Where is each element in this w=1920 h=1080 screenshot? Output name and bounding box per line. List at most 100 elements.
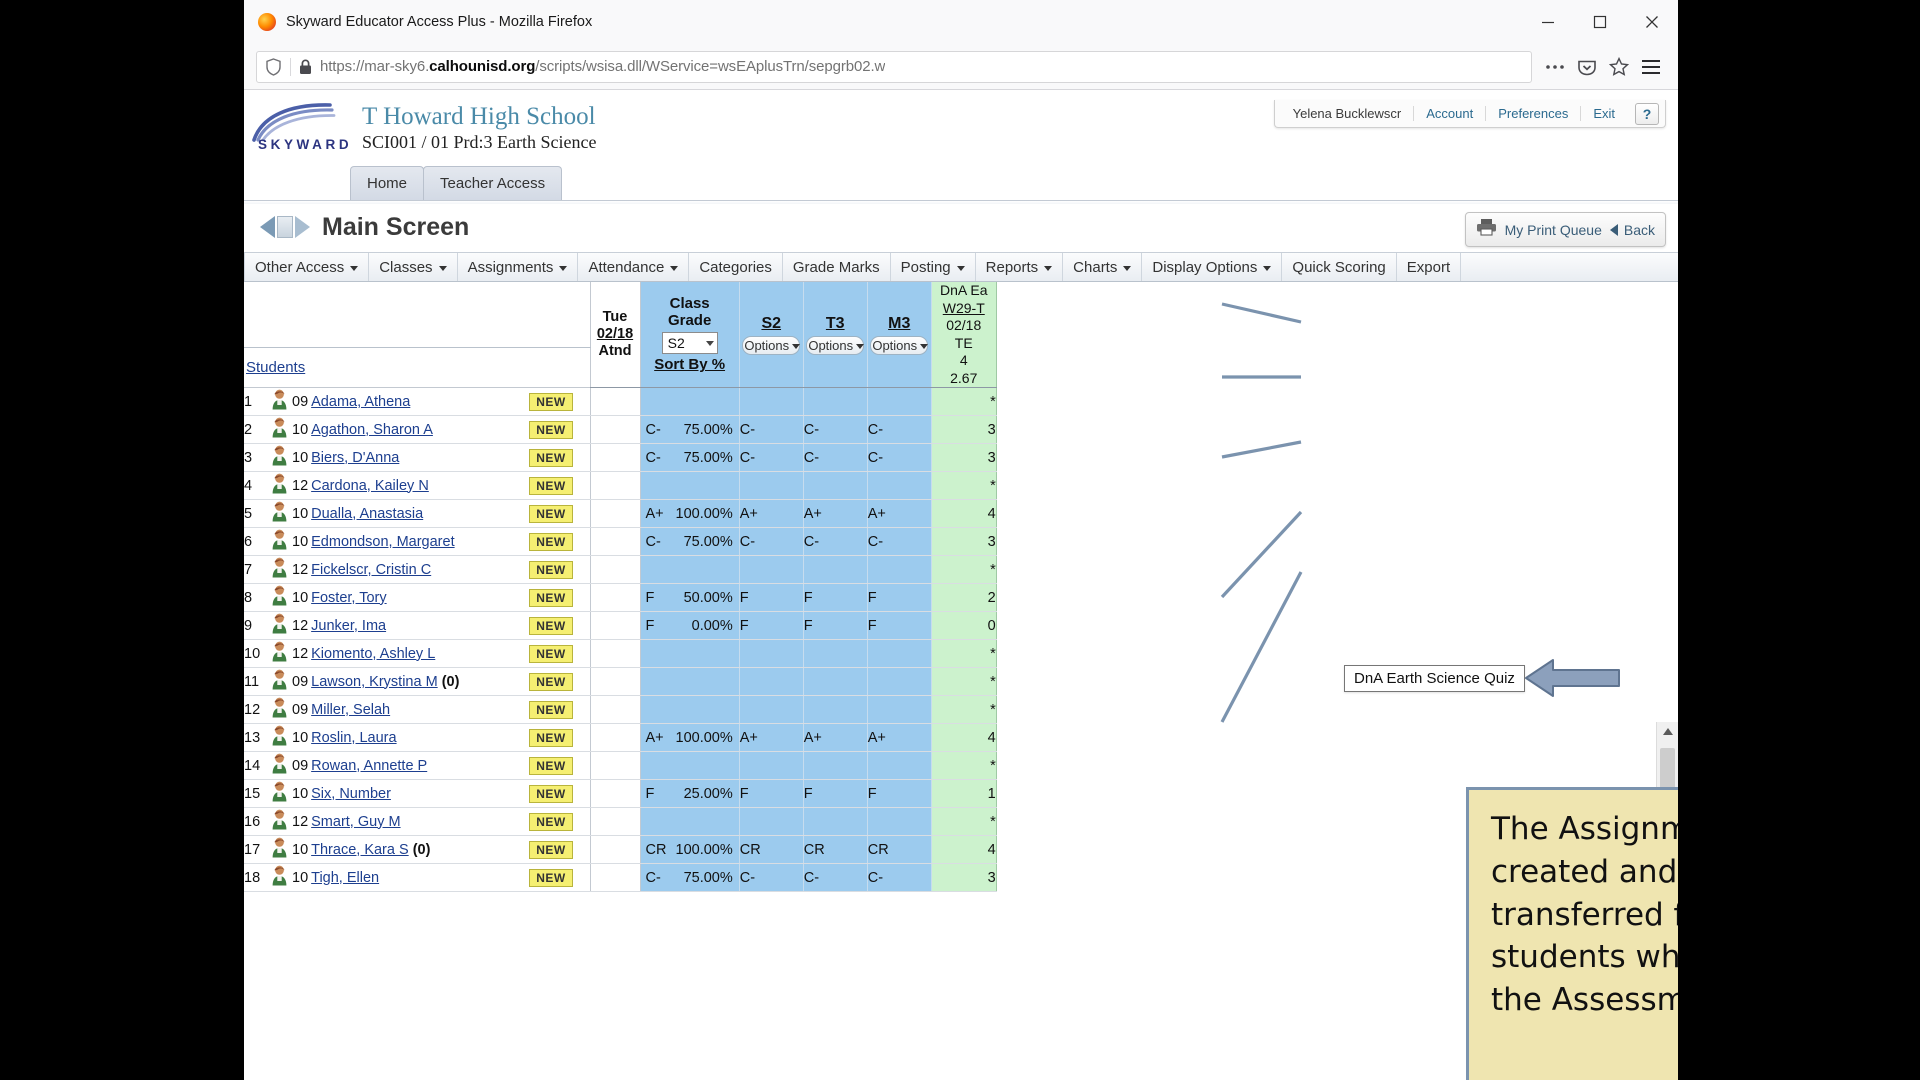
status-badge[interactable]: NEW — [529, 448, 573, 467]
attendance-cell[interactable] — [589, 695, 641, 724]
student-name-link[interactable]: Edmondson, Margaret — [311, 534, 454, 550]
term-m3-link[interactable]: M3 — [868, 315, 931, 333]
status-badge[interactable]: NEW — [529, 728, 573, 747]
term-select[interactable]: S2 — [661, 332, 718, 355]
student-avatar-icon[interactable] — [266, 611, 292, 640]
student-name-link[interactable]: Six, Number — [311, 786, 391, 802]
term-m3-options-button[interactable]: Options — [870, 335, 929, 355]
term-m3-cell[interactable] — [867, 555, 932, 584]
class-grade-cell[interactable]: A+ 100.00% — [640, 499, 740, 528]
term-m3-cell[interactable] — [867, 639, 932, 668]
menu-assignments[interactable]: Assignments — [458, 253, 579, 281]
term-t3-cell[interactable]: A+ — [803, 723, 868, 752]
attendance-cell[interactable] — [589, 835, 641, 864]
students-column-link[interactable]: Students — [244, 359, 305, 376]
class-grade-cell[interactable] — [640, 471, 740, 500]
hamburger-menu-icon[interactable] — [1636, 52, 1666, 82]
student-avatar-icon[interactable] — [266, 723, 292, 752]
class-grade-cell[interactable]: C- 75.00% — [640, 415, 740, 444]
status-badge[interactable]: NEW — [529, 560, 573, 579]
class-grade-cell[interactable]: C- 75.00% — [640, 527, 740, 556]
student-avatar-icon[interactable] — [266, 583, 292, 612]
term-m3-cell[interactable]: F — [867, 583, 932, 612]
student-avatar-icon[interactable] — [266, 471, 292, 500]
student-avatar-icon[interactable] — [266, 387, 292, 416]
status-badge[interactable]: NEW — [529, 784, 573, 803]
preferences-link[interactable]: Preferences — [1485, 106, 1580, 121]
assignment-score-cell[interactable]: * — [931, 751, 997, 780]
term-s2-cell[interactable]: C- — [739, 415, 804, 444]
nav-back-arrow-icon[interactable] — [260, 216, 275, 238]
term-t3-cell[interactable]: F — [803, 583, 868, 612]
student-avatar-icon[interactable] — [266, 415, 292, 444]
student-avatar-icon[interactable] — [266, 779, 292, 808]
term-t3-cell[interactable] — [803, 751, 868, 780]
student-avatar-icon[interactable] — [266, 527, 292, 556]
minimize-button[interactable] — [1522, 0, 1574, 44]
attendance-cell[interactable] — [589, 527, 641, 556]
status-badge[interactable]: NEW — [529, 840, 573, 859]
term-s2-cell[interactable]: C- — [739, 863, 804, 892]
attendance-cell[interactable] — [589, 751, 641, 780]
account-link[interactable]: Account — [1413, 106, 1485, 121]
class-grade-cell[interactable] — [640, 387, 740, 416]
student-avatar-icon[interactable] — [266, 695, 292, 724]
student-name-link[interactable]: Junker, Ima — [311, 618, 386, 634]
student-name-link[interactable]: Thrace, Kara S — [311, 842, 409, 858]
term-s2-cell[interactable]: CR — [739, 835, 804, 864]
assignment-score-cell[interactable]: 3 — [931, 443, 997, 472]
attendance-cell[interactable] — [589, 387, 641, 416]
exit-link[interactable]: Exit — [1580, 106, 1627, 121]
term-s2-cell[interactable]: A+ — [739, 499, 804, 528]
class-grade-cell[interactable] — [640, 555, 740, 584]
student-name-link[interactable]: Smart, Guy M — [311, 814, 400, 830]
class-grade-cell[interactable]: F 0.00% — [640, 611, 740, 640]
assignment-score-cell[interactable]: * — [931, 667, 997, 696]
menu-grade-marks[interactable]: Grade Marks — [783, 253, 891, 281]
status-badge[interactable]: NEW — [529, 672, 573, 691]
attendance-cell[interactable] — [589, 471, 641, 500]
assignment-score-cell[interactable]: 4 — [931, 499, 997, 528]
term-t3-cell[interactable] — [803, 695, 868, 724]
shield-icon[interactable] — [265, 57, 282, 76]
status-badge[interactable]: NEW — [529, 868, 573, 887]
term-s2-cell[interactable]: C- — [739, 443, 804, 472]
class-grade-cell[interactable]: C- 75.00% — [640, 863, 740, 892]
term-t3-cell[interactable] — [803, 639, 868, 668]
term-t3-cell[interactable]: A+ — [803, 499, 868, 528]
term-t3-cell[interactable] — [803, 387, 868, 416]
term-m3-cell[interactable]: CR — [867, 835, 932, 864]
assignment-score-cell[interactable]: 4 — [931, 723, 997, 752]
term-s2-cell[interactable] — [739, 695, 804, 724]
term-m3-cell[interactable]: C- — [867, 863, 932, 892]
student-name-link[interactable]: Dualla, Anastasia — [311, 506, 423, 522]
class-grade-cell[interactable]: F 50.00% — [640, 583, 740, 612]
attendance-cell[interactable] — [589, 639, 641, 668]
menu-categories[interactable]: Categories — [689, 253, 783, 281]
menu-reports[interactable]: Reports — [976, 253, 1064, 281]
assignment-score-cell[interactable]: * — [931, 807, 997, 836]
attendance-cell[interactable] — [589, 807, 641, 836]
class-grade-cell[interactable] — [640, 639, 740, 668]
assignment-score-cell[interactable]: * — [931, 471, 997, 500]
term-m3-cell[interactable]: C- — [867, 443, 932, 472]
student-avatar-icon[interactable] — [266, 807, 292, 836]
lock-icon[interactable] — [299, 59, 312, 75]
assignment-score-cell[interactable]: * — [931, 387, 997, 416]
class-grade-cell[interactable] — [640, 695, 740, 724]
student-name-link[interactable]: Roslin, Laura — [311, 730, 396, 746]
student-avatar-icon[interactable] — [266, 443, 292, 472]
attendance-cell[interactable] — [589, 779, 641, 808]
status-badge[interactable]: NEW — [529, 504, 573, 523]
menu-other-access[interactable]: Other Access — [244, 253, 370, 281]
attendance-cell[interactable] — [589, 723, 641, 752]
status-badge[interactable]: NEW — [529, 420, 573, 439]
menu-display-options[interactable]: Display Options — [1142, 253, 1283, 281]
student-name-link[interactable]: Adama, Athena — [311, 394, 410, 410]
class-grade-cell[interactable]: A+ 100.00% — [640, 723, 740, 752]
term-s2-cell[interactable] — [739, 387, 804, 416]
student-name-link[interactable]: Foster, Tory — [311, 590, 386, 606]
my-print-queue-button[interactable]: My Print Queue Back — [1464, 212, 1666, 247]
student-avatar-icon[interactable] — [266, 555, 292, 584]
student-avatar-icon[interactable] — [266, 751, 292, 780]
